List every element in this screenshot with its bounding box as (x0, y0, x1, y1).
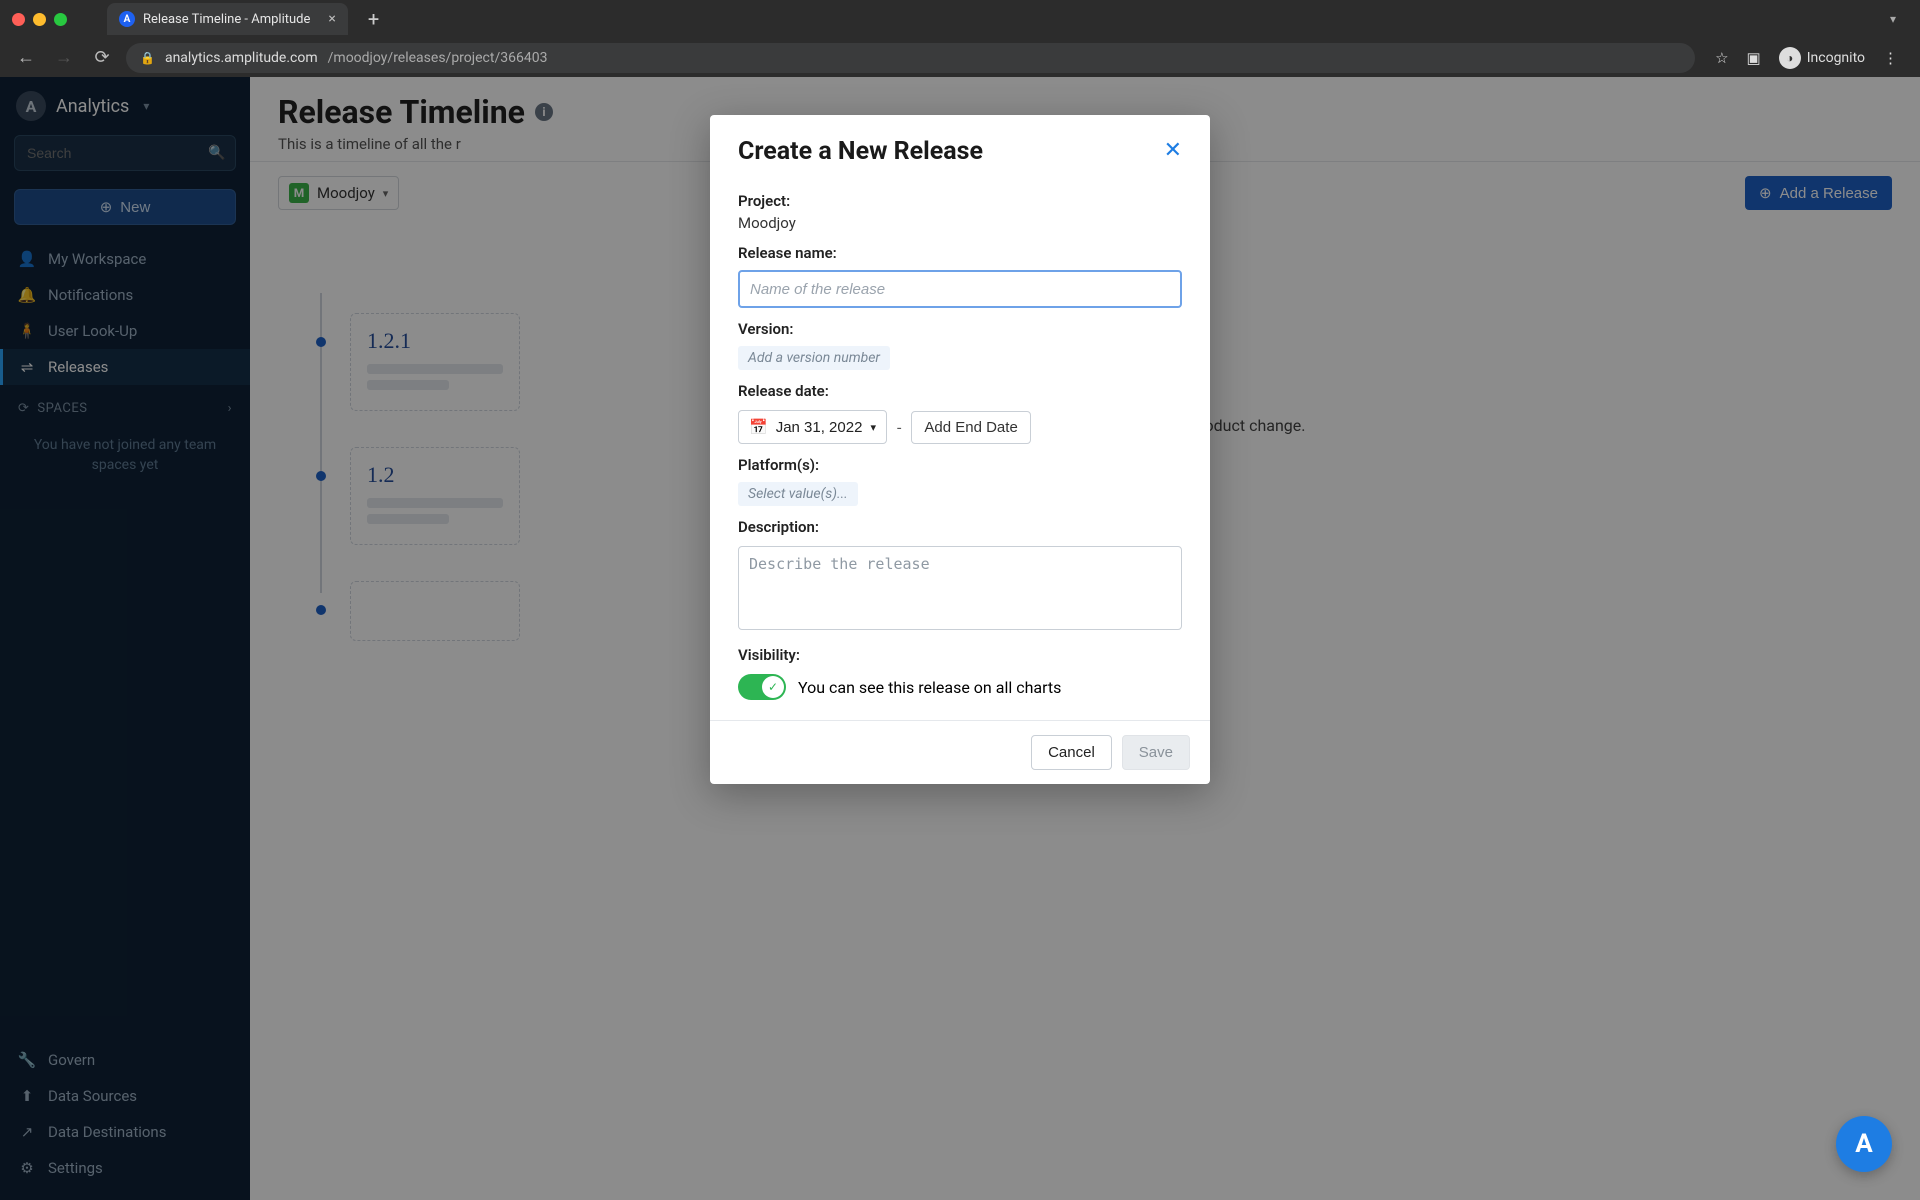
help-fab[interactable]: A (1836, 1116, 1892, 1172)
add-end-date-button[interactable]: Add End Date (911, 411, 1030, 444)
lock-icon: 🔒 (140, 51, 155, 65)
reload-button[interactable]: ⟳ (88, 47, 116, 68)
calendar-icon: 📅 (749, 418, 768, 436)
label-release-name: Release name: (738, 244, 1182, 262)
label-visibility: Visibility: (738, 646, 1182, 664)
label-description: Description: (738, 518, 1182, 536)
url-host: analytics.amplitude.com (165, 50, 318, 66)
browser-right-icons: ☆ ▣ ◑ Incognito ⋮ (1705, 47, 1908, 69)
incognito-icon: ◑ (1779, 47, 1801, 69)
address-row: ← → ⟳ 🔒 analytics.amplitude.com/moodjoy/… (0, 38, 1920, 77)
tab-bar: A Release Timeline - Amplitude × + ▾ (0, 0, 1920, 38)
kebab-menu-icon[interactable]: ⋮ (1883, 49, 1898, 67)
modal-close-button[interactable]: ✕ (1164, 137, 1182, 163)
label-release-date: Release date: (738, 382, 1182, 400)
modal-title: Create a New Release (738, 137, 983, 166)
label-platforms: Platform(s): (738, 456, 1182, 474)
forward-button[interactable]: → (50, 47, 78, 68)
label-project: Project: (738, 192, 1182, 210)
create-release-modal: Create a New Release ✕ Project: Moodjoy … (710, 115, 1210, 784)
start-date-value: Jan 31, 2022 (776, 419, 863, 436)
browser-tab[interactable]: A Release Timeline - Amplitude × (107, 3, 348, 35)
platforms-select[interactable]: Select value(s)... (738, 482, 858, 506)
url-path: /moodjoy/releases/project/366403 (328, 50, 548, 66)
version-input[interactable]: Add a version number (738, 346, 890, 370)
address-bar[interactable]: 🔒 analytics.amplitude.com/moodjoy/releas… (126, 43, 1695, 73)
date-separator: - (897, 418, 901, 437)
panel-icon[interactable]: ▣ (1747, 49, 1761, 67)
window-controls (12, 13, 67, 26)
star-icon[interactable]: ☆ (1715, 49, 1728, 67)
browser-chrome: A Release Timeline - Amplitude × + ▾ ← →… (0, 0, 1920, 77)
label-version: Version: (738, 320, 1182, 338)
close-window-icon[interactable] (12, 13, 25, 26)
tab-title: Release Timeline - Amplitude (143, 12, 310, 27)
release-name-input[interactable] (738, 270, 1182, 308)
chevron-down-icon: ▾ (870, 421, 876, 434)
project-value: Moodjoy (738, 214, 1182, 232)
incognito-label: Incognito (1807, 50, 1865, 66)
app-root: A Analytics ▾ 🔍 ⊕ New 👤 My Workspace 🔔 N… (0, 77, 1920, 1200)
visibility-text: You can see this release on all charts (798, 678, 1061, 697)
back-button[interactable]: ← (12, 47, 40, 68)
minimize-window-icon[interactable] (33, 13, 46, 26)
cancel-button[interactable]: Cancel (1031, 735, 1112, 770)
visibility-toggle[interactable]: ✓ (738, 674, 786, 700)
tabs-menu-chevron-icon[interactable]: ▾ (1878, 12, 1908, 26)
save-button[interactable]: Save (1122, 735, 1190, 770)
maximize-window-icon[interactable] (54, 13, 67, 26)
incognito-indicator[interactable]: ◑ Incognito (1779, 47, 1865, 69)
amplitude-logo-icon: A (1855, 1129, 1872, 1159)
new-tab-button[interactable]: + (358, 7, 389, 31)
description-textarea[interactable] (738, 546, 1182, 630)
close-tab-icon[interactable]: × (328, 11, 335, 27)
start-date-picker[interactable]: 📅 Jan 31, 2022 ▾ (738, 410, 887, 444)
check-icon: ✓ (762, 676, 784, 698)
amplitude-favicon-icon: A (119, 11, 135, 27)
